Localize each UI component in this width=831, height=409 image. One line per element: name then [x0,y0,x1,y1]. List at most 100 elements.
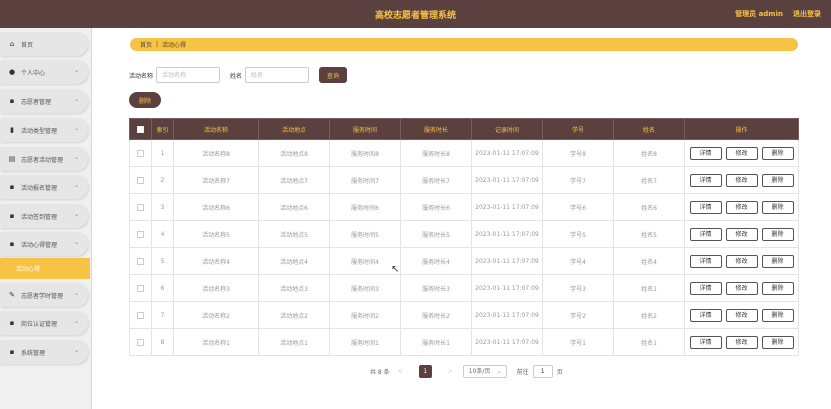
row-checkbox[interactable] [137,284,144,292]
grid-icon: ▪ [9,212,15,220]
edit-button[interactable]: 修改 [725,281,758,295]
row-checkbox[interactable] [137,149,144,157]
cell-recorded: 2023-01-11 17:07:09 [471,166,543,194]
sidebar-item[interactable]: ▮ 活动类型管理 ⌄ [0,118,88,142]
delete-button[interactable]: 删除 [761,227,794,241]
next-page-button[interactable]: > [448,368,453,375]
edit-button[interactable]: 修改 [725,173,758,187]
sidebar-item[interactable]: ▤ 志愿者活动管理 ⌄ [0,147,88,171]
sidebar-item[interactable]: ▪ 活动签到管理 ⌄ [0,204,88,228]
row-checkbox[interactable] [137,230,144,238]
sidebar-item[interactable]: ▪ 系统管理 ⌄ [0,340,88,364]
cell-time: 服务时间2 [329,301,401,329]
detail-button[interactable]: 详情 [689,335,722,349]
chevron-down-icon: ⌄ [73,290,79,297]
cell-name: 活动名称8 [173,139,259,167]
row-select-cell[interactable] [129,301,152,329]
sidebar-item[interactable]: ▪ 活动报名管理 ⌄ [0,175,88,199]
cell-student-id: 学号4 [542,247,614,275]
search-button[interactable]: 查询 [319,67,348,83]
cell-person: 姓名4 [613,247,685,275]
activity-name-input[interactable] [156,67,221,83]
cell-recorded: 2023-01-11 17:07:09 [471,274,543,302]
table-row: 3 活动名称6 活动地点6 服务时间6 服务时长6 2023-01-11 17:07:09… [129,193,799,221]
sidebar-item[interactable]: ▪ 活动心得管理 ⌄ [0,232,88,256]
row-checkbox[interactable] [137,311,144,319]
delete-button[interactable]: 删除 [761,308,794,322]
pagination-total: 共 8 条 [370,368,390,376]
detail-button[interactable]: 详情 [689,308,722,322]
edit-button[interactable]: 修改 [725,227,758,241]
delete-button[interactable]: 删除 [761,335,794,349]
sidebar-item[interactable]: ▪ 岗位认证管理 ⌄ [0,311,88,335]
column-header: 姓名 [613,118,685,140]
delete-button[interactable]: 删除 [761,281,794,295]
column-header: 服务时间 [329,118,401,140]
breadcrumb-home[interactable]: 首页 [140,40,152,49]
row-select-cell[interactable] [129,139,152,167]
delete-button[interactable]: 删除 [761,173,794,187]
cell-person: 姓名2 [613,301,685,329]
prev-page-button[interactable]: < [398,368,403,375]
sidebar-item-label: 活动签到管理 [21,213,58,221]
batch-delete-button[interactable]: 删除 [129,92,161,108]
cell-recorded: 2023-01-11 17:07:09 [471,220,543,248]
sidebar-item-label: 志愿者管理 [21,98,52,106]
edit-button[interactable]: 修改 [725,254,758,268]
select-all-checkbox[interactable] [137,125,144,133]
cell-student-id: 学号7 [542,166,614,194]
chevron-down-icon: ⌄ [73,211,79,218]
cell-recorded: 2023-01-11 17:07:09 [471,247,543,275]
select-all-cell[interactable] [129,118,152,140]
row-checkbox[interactable] [137,257,144,265]
chevron-down-icon: ⌄ [73,154,79,161]
row-select-cell[interactable] [129,193,152,221]
edit-button[interactable]: 修改 [725,200,758,214]
submenu-item-activity-reflection[interactable]: 活动心得 [0,258,90,279]
grid-icon: ▪ [9,348,15,356]
row-select-cell[interactable] [129,247,152,275]
cell-duration: 服务时长8 [400,139,472,167]
column-header: 活动名称 [173,118,259,140]
sidebar-item[interactable]: ▪ 志愿者管理 ⌄ [0,89,88,113]
cell-recorded: 2023-01-11 17:07:09 [471,193,543,221]
cell-place: 活动地点2 [258,301,330,329]
detail-button[interactable]: 详情 [689,200,722,214]
edit-button[interactable]: 修改 [725,308,758,322]
row-select-cell[interactable] [129,328,152,356]
cell-name: 活动名称4 [173,247,259,275]
delete-button[interactable]: 删除 [761,146,794,160]
sidebar-item[interactable]: ⌂ 首页 [0,32,88,56]
detail-button[interactable]: 详情 [689,281,722,295]
row-checkbox[interactable] [137,203,144,211]
goto-page-input[interactable] [532,364,553,378]
row-select-cell[interactable] [129,166,152,194]
row-checkbox[interactable] [137,338,144,346]
row-checkbox[interactable] [137,176,144,184]
cell-student-id: 学号2 [542,301,614,329]
page-number-button[interactable]: 1 [418,364,432,378]
cell-name: 活动名称6 [173,193,259,221]
sidebar-item[interactable]: ● 个人中心 ⌄ [0,60,88,84]
detail-button[interactable]: 详情 [689,173,722,187]
column-header: 索引 [151,118,174,140]
person-name-input[interactable] [245,67,310,83]
row-select-cell[interactable] [129,220,152,248]
sidebar-item[interactable]: ✎ 志愿者学时管理 ⌄ [0,283,88,307]
grid-icon: ▪ [9,183,15,191]
edit-button[interactable]: 修改 [725,335,758,349]
delete-button[interactable]: 删除 [761,200,794,214]
detail-button[interactable]: 详情 [689,146,722,160]
logout-link[interactable]: 退出登录 [793,9,821,19]
detail-button[interactable]: 详情 [689,254,722,268]
detail-button[interactable]: 详情 [689,227,722,241]
edit-button[interactable]: 修改 [725,146,758,160]
cell-index: 1 [151,139,174,167]
cell-duration: 服务时长5 [400,220,472,248]
row-actions: 详情 修改 删除 [684,247,799,275]
delete-button[interactable]: 删除 [761,254,794,268]
page-size-select[interactable]: 10条/页 ⌄ [462,364,507,378]
sidebar-item-label: 活动心得管理 [21,241,58,249]
table-row: 1 活动名称8 活动地点8 服务时间8 服务时长8 2023-01-11 17:07:09… [129,139,799,167]
row-select-cell[interactable] [129,274,152,302]
